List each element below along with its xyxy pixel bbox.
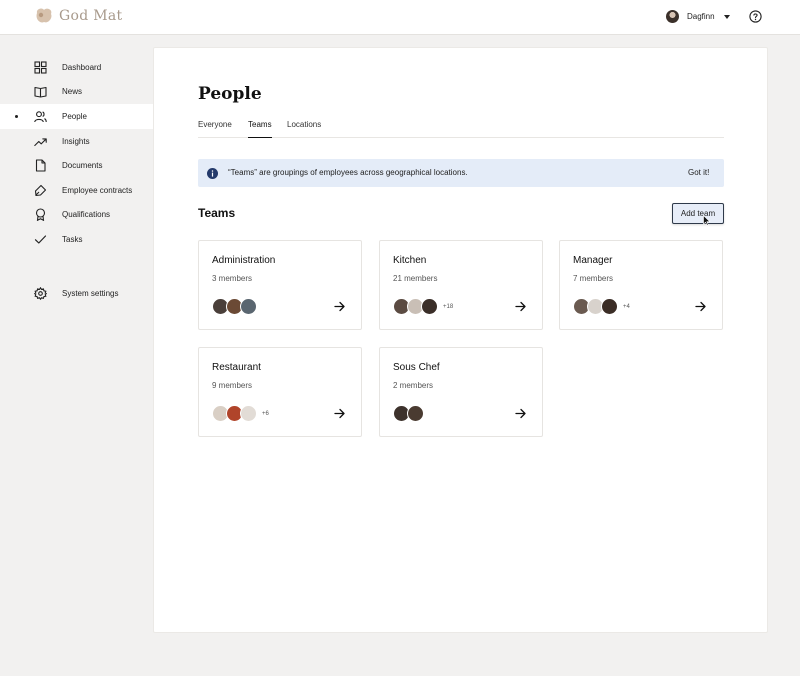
pen-icon — [34, 184, 47, 196]
brand-name: God Mat — [59, 8, 123, 24]
team-name: Manager — [573, 255, 613, 266]
avatar-group: +6 — [212, 405, 269, 422]
trending-icon — [34, 137, 47, 146]
info-banner: “Teams” are groupings of employees acros… — [198, 159, 724, 187]
team-card-kitchen[interactable]: Kitchen 21 members +18 — [379, 240, 543, 330]
tab-teams[interactable]: Teams — [248, 120, 272, 138]
arrow-right-icon[interactable] — [515, 408, 526, 419]
team-name: Sous Chef — [393, 362, 440, 373]
section-title: Teams — [198, 206, 236, 220]
active-indicator — [15, 115, 18, 119]
logo-icon — [36, 8, 52, 23]
document-icon — [35, 159, 46, 172]
sidebar-item-label: Employee contracts — [62, 185, 133, 195]
sidebar-item-dashboard[interactable]: Dashboard — [0, 55, 153, 80]
check-icon — [34, 235, 47, 244]
user-menu[interactable]: Dagfinn — [666, 10, 730, 23]
sidebar-item-label: System settings — [62, 288, 119, 298]
avatar-group — [212, 298, 257, 315]
sidebar-item-label: Tasks — [62, 234, 83, 244]
sidebar: Dashboard News People Insights Documents… — [0, 55, 153, 305]
sidebar-item-qualifications[interactable]: Qualifications — [0, 203, 153, 228]
avatar-group — [393, 405, 424, 422]
dashboard-icon — [34, 61, 47, 74]
arrow-right-icon[interactable] — [695, 301, 706, 312]
team-card-administration[interactable]: Administration 3 members — [198, 240, 362, 330]
tab-everyone[interactable]: Everyone — [198, 120, 232, 138]
team-member-count: 9 members — [212, 381, 253, 390]
team-member-count: 7 members — [573, 274, 614, 283]
people-icon — [34, 111, 47, 123]
help-icon[interactable] — [749, 10, 762, 23]
sidebar-item-employee-contracts[interactable]: Employee contracts — [0, 178, 153, 203]
sidebar-item-people[interactable]: People — [0, 104, 153, 129]
more-members-count: +18 — [443, 303, 454, 310]
team-member-count: 3 members — [212, 274, 253, 283]
avatar — [240, 405, 257, 422]
more-members-count: +4 — [623, 303, 630, 310]
arrow-right-icon[interactable] — [515, 301, 526, 312]
sidebar-item-system-settings[interactable]: System settings — [0, 281, 153, 306]
brand-logo[interactable]: God Mat — [34, 7, 122, 25]
more-members-count: +6 — [262, 410, 269, 417]
avatar — [601, 298, 618, 315]
tab-bar: Everyone Teams Locations — [198, 120, 724, 138]
avatar — [666, 10, 679, 23]
user-name: Dagfinn — [687, 12, 715, 21]
sidebar-item-label: Documents — [62, 161, 103, 171]
avatar — [421, 298, 438, 315]
sidebar-item-news[interactable]: News — [0, 80, 153, 105]
dismiss-banner-button[interactable]: Got it! — [688, 168, 709, 177]
sidebar-item-label: News — [62, 87, 83, 97]
banner-text: “Teams” are groupings of employees acros… — [228, 168, 468, 177]
avatar-group: +18 — [393, 298, 453, 315]
team-name: Kitchen — [393, 255, 427, 266]
sidebar-item-tasks[interactable]: Tasks — [0, 227, 153, 252]
team-name: Restaurant — [212, 362, 261, 373]
sidebar-item-documents[interactable]: Documents — [0, 153, 153, 178]
badge-icon — [35, 208, 46, 222]
team-member-count: 2 members — [393, 381, 434, 390]
sidebar-item-insights[interactable]: Insights — [0, 129, 153, 154]
arrow-right-icon[interactable] — [334, 301, 345, 312]
add-team-button[interactable]: Add team — [672, 203, 724, 224]
info-icon — [207, 168, 218, 179]
team-card-manager[interactable]: Manager 7 members +4 — [559, 240, 723, 330]
gear-icon — [34, 286, 47, 300]
team-card-sous-chef[interactable]: Sous Chef 2 members — [379, 347, 543, 437]
sidebar-item-label: Insights — [62, 136, 90, 146]
sidebar-item-label: Qualifications — [62, 210, 111, 220]
caret-down-icon — [723, 14, 730, 19]
book-icon — [34, 87, 47, 98]
arrow-right-icon[interactable] — [334, 408, 345, 419]
avatar — [407, 405, 424, 422]
top-bar: God Mat Dagfinn — [0, 0, 800, 35]
tab-locations[interactable]: Locations — [287, 120, 321, 138]
avatar — [240, 298, 257, 315]
sidebar-item-label: Dashboard — [62, 62, 102, 72]
avatar-group: +4 — [573, 298, 630, 315]
main-panel: People Everyone Teams Locations “Teams” … — [153, 47, 768, 633]
team-card-restaurant[interactable]: Restaurant 9 members +6 — [198, 347, 362, 437]
mouse-pointer-icon — [703, 215, 711, 226]
page-title: People — [198, 84, 262, 104]
sidebar-item-label: People — [62, 111, 87, 121]
team-name: Administration — [212, 255, 276, 266]
team-member-count: 21 members — [393, 274, 438, 283]
